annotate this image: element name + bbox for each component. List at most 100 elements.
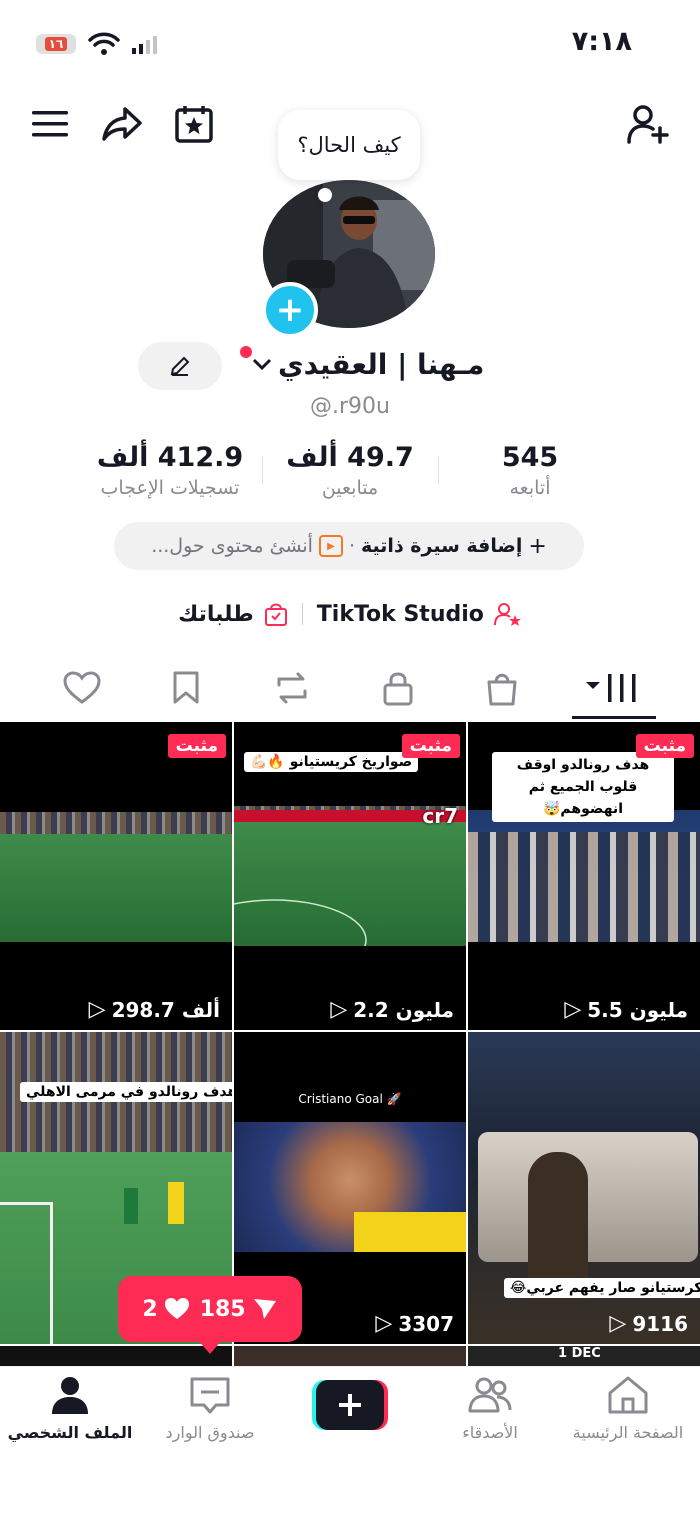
orders-label: طلباتك — [178, 601, 254, 627]
following-stat[interactable]: 545 أتابعه — [430, 442, 630, 499]
followers-stat[interactable]: 49.7 ألف متابعين — [250, 442, 450, 499]
bio-actions-pill[interactable]: + إضافة سيرة ذاتية · ▶ أنشئ محتوى حول... — [114, 522, 584, 570]
signal-icon — [132, 36, 157, 54]
video-tile[interactable]: 1 DEC — [468, 1346, 700, 1366]
share-arrow-icon — [102, 107, 142, 141]
plus-icon: + — [528, 533, 547, 559]
send-icon — [253, 1299, 276, 1319]
video-tile[interactable]: مثبت ▷ 298.7 ألف — [0, 722, 232, 1030]
nav-friends-label: الأصدقاء — [462, 1423, 518, 1442]
activity-notification[interactable]: 2 185 — [118, 1276, 302, 1342]
stadium-stands — [0, 812, 232, 834]
video-grid: هدف رونالدو اوقف قلوب الجميع ثم انهضوهم🤯… — [0, 722, 700, 1366]
video-tile[interactable] — [234, 1346, 466, 1366]
favorites-calendar-button[interactable] — [170, 100, 218, 148]
calendar-star-icon — [175, 106, 213, 143]
nav-profile[interactable]: الملف الشخصي — [0, 1375, 140, 1442]
add-story-button[interactable]: + — [262, 282, 318, 338]
shopping-bag-icon — [487, 673, 517, 706]
video-caption: شاهد: هدف رونالدو في مرمى الاهلي — [20, 1082, 232, 1102]
play-icon: ▷ — [609, 1311, 627, 1336]
goal-net — [0, 1202, 53, 1344]
add-bio-label[interactable]: إضافة سيرة ذاتية — [361, 535, 522, 557]
links-separator — [301, 603, 303, 625]
profile-icon — [52, 1377, 88, 1414]
notification-dot — [240, 346, 252, 358]
studio-link[interactable]: TikTok Studio — [317, 601, 522, 627]
profile-name[interactable]: مـهنا | العقيدي — [278, 348, 484, 381]
account-switch-chevron[interactable] — [252, 356, 272, 376]
crowd-image — [468, 832, 700, 942]
player-figure — [168, 1182, 184, 1224]
likes-label: تسجيلات الإعجاب — [100, 477, 240, 499]
jersey-yellow — [354, 1212, 466, 1252]
create-button[interactable] — [312, 1380, 388, 1430]
status-bar: ١٦ ٧:١٨ — [0, 0, 700, 90]
add-user-icon — [627, 105, 669, 144]
car-image — [478, 1132, 698, 1262]
tab-videos[interactable] — [562, 660, 662, 716]
nav-friends[interactable]: الأصدقاء — [420, 1375, 560, 1442]
home-icon — [608, 1376, 648, 1414]
view-count-label: 5.5 مليون — [587, 997, 688, 1022]
tab-liked[interactable] — [32, 660, 132, 716]
nav-home[interactable]: الصفحة الرئيسية — [558, 1375, 698, 1442]
notification-tail — [198, 1340, 222, 1354]
profile-handle: @.r90u — [310, 394, 390, 419]
date-overlay: 1 DEC — [558, 1346, 601, 1361]
likes-stat[interactable]: 412.9 ألف تسجيلات الإعجاب — [70, 442, 270, 499]
tab-private[interactable] — [348, 660, 448, 716]
add-friend-button[interactable] — [624, 100, 672, 148]
videos-grid-icon — [586, 674, 636, 702]
menu-button[interactable] — [26, 100, 74, 148]
content-tabs — [0, 660, 700, 722]
bookmark-icon — [173, 671, 199, 704]
view-count: ▷ 298.7 ألف — [89, 997, 220, 1022]
video-tile[interactable]: ولد كرستيانو صار يفهم عربي😂 ▷9116 — [468, 1032, 700, 1344]
pinned-badge: مثبت — [401, 734, 460, 758]
video-caption: صواريخ كريستيانو 🔥💪🏻 — [244, 752, 419, 772]
player-figure — [124, 1188, 138, 1224]
video-tile[interactable]: صواريخ كريستيانو 🔥💪🏻 cr7 مثبت ▷ 2.2 مليون — [234, 722, 466, 1030]
view-count: ▷ 2.2 مليون — [330, 997, 454, 1022]
status-bubble[interactable]: كيف الحال؟ — [278, 110, 420, 180]
creator-star-icon — [493, 603, 521, 626]
lock-icon — [383, 672, 413, 706]
video-thumbnail — [0, 834, 232, 942]
links-row: طلباتك TikTok Studio — [0, 594, 700, 634]
nav-inbox-label: صندوق الوارد — [165, 1423, 255, 1442]
following-count: 545 — [501, 442, 559, 473]
tab-reposts[interactable] — [242, 660, 342, 716]
view-count: ▷ 9116 — [609, 1311, 688, 1336]
play-icon: ▷ — [330, 997, 348, 1022]
studio-label: TikTok Studio — [316, 601, 484, 627]
cr7-tag: cr7 — [422, 804, 458, 828]
view-count-label: 3307 — [398, 1311, 454, 1336]
edit-profile-button[interactable] — [138, 342, 222, 390]
view-count: ▷ 5.5 مليون — [564, 997, 688, 1022]
separator-dot: · — [348, 535, 356, 557]
view-count-label: 2.2 مليون — [353, 997, 454, 1022]
wifi-icon — [88, 32, 120, 55]
share-button[interactable] — [98, 100, 146, 148]
nav-home-label: الصفحة الرئيسية — [572, 1423, 684, 1442]
play-icon: ▷ — [88, 997, 106, 1022]
video-caption: هدف رونالدو اوقف قلوب الجميع ثم انهضوهم🤯 — [492, 752, 674, 822]
heart-outline-icon — [63, 671, 101, 704]
video-caption: ولد كرستيانو صار يفهم عربي😂 — [504, 1278, 700, 1298]
tab-shop[interactable] — [452, 660, 552, 716]
video-create-icon: ▶ — [318, 535, 343, 557]
video-tile[interactable]: هدف رونالدو اوقف قلوب الجميع ثم انهضوهم🤯… — [468, 722, 700, 1030]
nav-inbox[interactable]: صندوق الوارد — [140, 1375, 280, 1442]
followers-label: متابعين — [321, 477, 379, 499]
hamburger-icon — [32, 111, 68, 137]
battery-icon: ١٦ — [36, 34, 76, 54]
pinned-badge: مثبت — [635, 734, 694, 758]
pinned-badge: مثبت — [167, 734, 226, 758]
field-lines — [234, 899, 367, 946]
orders-link[interactable]: طلباتك — [178, 601, 288, 627]
create-content-label[interactable]: أنشئ محتوى حول... — [151, 535, 313, 557]
likes-notice: 2 — [142, 1297, 189, 1322]
shares-notice-count: 185 — [199, 1296, 246, 1322]
tab-saved[interactable] — [136, 660, 236, 716]
